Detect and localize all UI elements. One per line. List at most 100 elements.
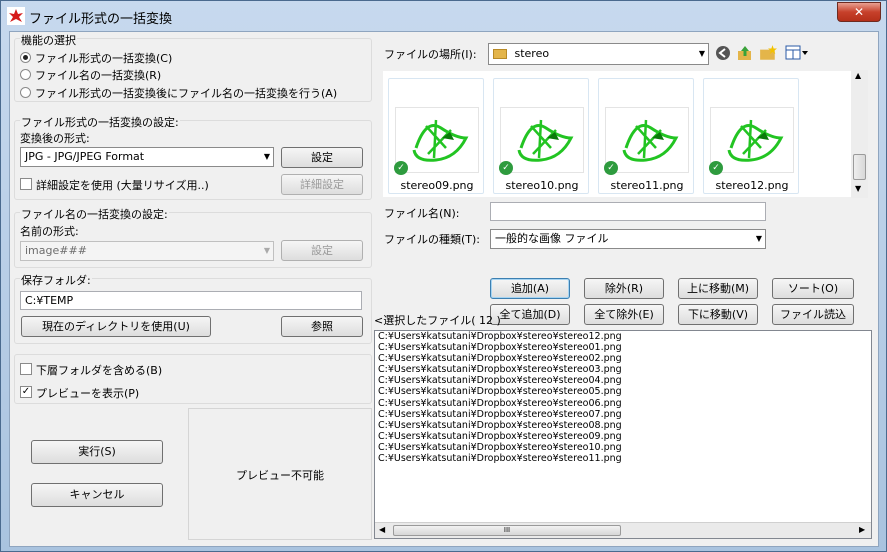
thumbnail-item[interactable]: ✓ stereo10.png [493,78,589,194]
view-menu-icon[interactable] [784,45,810,61]
save-folder-input[interactable]: C:¥TEMP [20,291,362,310]
preview-unavailable-text: プレビュー不可能 [236,469,324,482]
scroll-left-icon[interactable]: ◀ [379,525,385,534]
file-list-item[interactable]: C:¥Users¥katsutani¥Dropbox¥stereo¥stereo… [375,353,871,364]
name-format-select[interactable]: image### ▼ [20,241,274,261]
file-list-item[interactable]: C:¥Users¥katsutani¥Dropbox¥stereo¥stereo… [375,331,871,342]
preview-checkbox[interactable]: ✓ [20,386,32,398]
radio-label: ファイル形式の一括変換後にファイル名の一括変換を行う(A) [35,87,338,100]
subfolder-label: 下層フォルダを含める(B) [36,364,163,377]
output-format-value: JPG - JPG/JPEG Format [25,150,145,163]
scroll-up-icon[interactable]: ▲ [855,71,861,80]
detail-settings-label: 詳細設定を使用 (大量リサイズ用..) [36,179,209,192]
scroll-thumb[interactable] [853,154,866,180]
radio-button[interactable] [20,87,31,98]
file-list-item[interactable]: C:¥Users¥katsutani¥Dropbox¥stereo¥stereo… [375,420,871,431]
add-button[interactable]: 追加(A) [490,278,570,299]
thumbnail-label: stereo11.png [610,179,684,192]
checkmark-icon: ✓ [604,161,618,175]
file-list-item[interactable]: C:¥Users¥katsutani¥Dropbox¥stereo¥stereo… [375,375,871,386]
checkmark-icon: ✓ [394,161,408,175]
thumbnail-label: stereo10.png [505,179,579,192]
radio-button[interactable] [20,52,31,63]
name-settings-button[interactable]: 設定 [281,240,363,261]
thumbnail-image [605,107,689,173]
name-format-value: image### [25,244,87,257]
file-list-item[interactable]: C:¥Users¥katsutani¥Dropbox¥stereo¥stereo… [375,409,871,420]
scroll-down-icon[interactable]: ▼ [855,184,861,193]
load-file-button[interactable]: ファイル読込 [772,304,854,325]
main-window: ファイル形式の一括変換 ✕ 機能の選択 ファイル形式の一括変換(C) ファイル名… [0,0,887,552]
format-settings-button[interactable]: 設定 [281,147,363,168]
window-title: ファイル形式の一括変換 [29,12,173,27]
filename-label: ファイル名(N): [384,207,460,220]
cancel-button[interactable]: キャンセル [31,483,163,507]
close-button[interactable]: ✕ [837,2,881,22]
protein-structure-image [727,119,784,162]
move-down-button[interactable]: 下に移動(V) [678,304,758,325]
file-list-item[interactable]: C:¥Users¥katsutani¥Dropbox¥stereo¥stereo… [375,386,871,397]
thumbnail-item[interactable]: ✓ stereo12.png [703,78,799,194]
protein-structure-image [622,119,679,162]
preview-area: プレビュー不可能 [188,408,372,540]
filename-input[interactable] [490,202,766,221]
hscroll-grip: III [503,526,511,534]
thumbnail-image [500,107,584,173]
run-button[interactable]: 実行(S) [31,440,163,464]
name-settings-legend: ファイル名の一括変換の設定: [20,206,169,222]
file-list-item[interactable]: C:¥Users¥katsutani¥Dropbox¥stereo¥stereo… [375,442,871,453]
selected-files-hscroll[interactable]: ◀ III ▶ [375,522,871,538]
selected-files-label: <選択したファイル( 12 ) [374,314,501,327]
preview-label: プレビューを表示(P) [36,387,140,400]
protein-structure-image [517,119,574,162]
folder-icon [493,49,507,59]
location-value: stereo [514,47,550,60]
location-label: ファイルの場所(I): [384,48,477,61]
chevron-down-icon: ▼ [755,234,762,243]
selected-files-list[interactable]: C:¥Users¥katsutani¥Dropbox¥stereo¥stereo… [374,330,872,539]
scroll-right-icon[interactable]: ▶ [859,525,865,534]
file-list-item[interactable]: C:¥Users¥katsutani¥Dropbox¥stereo¥stereo… [375,431,871,442]
thumbnail-item[interactable]: ✓ stereo11.png [598,78,694,194]
save-folder-legend: 保存フォルダ: [20,272,92,288]
thumbnail-image [710,107,794,173]
thumbnail-image [395,107,479,173]
hscroll-thumb[interactable]: III [393,525,621,536]
move-up-button[interactable]: 上に移動(M) [678,278,758,299]
chevron-down-icon: ▼ [698,49,705,58]
file-list-item[interactable]: C:¥Users¥katsutani¥Dropbox¥stereo¥stereo… [375,398,871,409]
location-select[interactable]: stereo ▼ [488,43,709,65]
checkmark-icon: ✓ [499,161,513,175]
subfolder-checkbox[interactable] [20,363,32,375]
filetype-value: 一般的な画像 ファイル [495,232,609,245]
thumbnail-item[interactable]: ✓ stereo09.png [388,78,484,194]
detail-settings-button[interactable]: 詳細設定 [281,174,363,195]
back-icon[interactable] [715,45,731,61]
file-list-item[interactable]: C:¥Users¥katsutani¥Dropbox¥stereo¥stereo… [375,453,871,464]
remove-all-button[interactable]: 全て除外(E) [584,304,664,325]
name-format-label: 名前の形式: [20,225,79,238]
file-list-item[interactable]: C:¥Users¥katsutani¥Dropbox¥stereo¥stereo… [375,342,871,353]
detail-settings-checkbox[interactable] [20,178,32,190]
output-format-select[interactable]: JPG - JPG/JPEG Format ▼ [20,147,274,167]
radio-button[interactable] [20,69,31,80]
chevron-down-icon: ▼ [263,246,270,255]
browse-button[interactable]: 参照 [281,316,363,337]
add-all-button[interactable]: 全て追加(D) [490,304,570,325]
file-rows: C:¥Users¥katsutani¥Dropbox¥stereo¥stereo… [375,331,871,464]
checkmark-icon: ✓ [709,161,723,175]
remove-button[interactable]: 除外(R) [584,278,664,299]
protein-structure-image [412,119,469,162]
title-bar[interactable]: ファイル形式の一括変換 ✕ [1,1,886,31]
thumbnail-scrollbar[interactable]: ▲ ▼ [851,70,868,198]
file-list-item[interactable]: C:¥Users¥katsutani¥Dropbox¥stereo¥stereo… [375,364,871,375]
dialog-body: 機能の選択 ファイル形式の一括変換(C) ファイル名の一括変換(R) ファイル形… [9,31,879,547]
use-current-dir-button[interactable]: 現在のディレクトリを使用(U) [21,316,211,337]
radio-label: ファイル名の一括変換(R) [35,69,162,82]
new-folder-icon[interactable] [759,44,777,62]
filetype-select[interactable]: 一般的な画像 ファイル ▼ [490,229,766,249]
radio-label: ファイル形式の一括変換(C) [35,52,173,65]
sort-button[interactable]: ソート(O) [772,278,854,299]
up-folder-icon[interactable] [737,44,753,62]
filetype-label: ファイルの種類(T): [384,233,481,246]
